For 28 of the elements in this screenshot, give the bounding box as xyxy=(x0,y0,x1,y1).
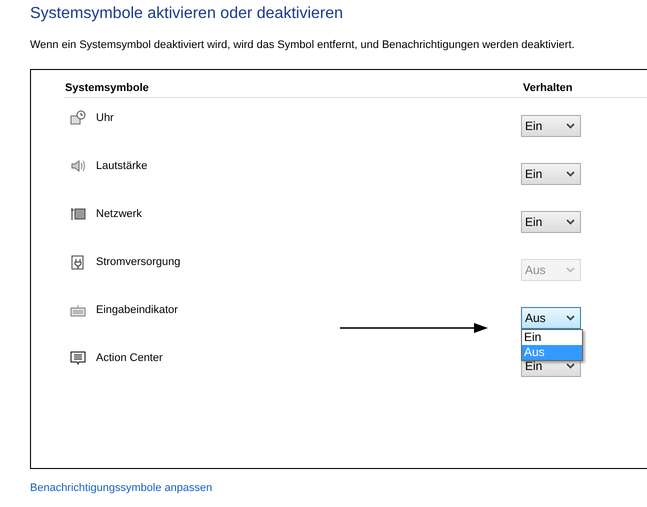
behavior-dropdown[interactable]: Ein xyxy=(521,211,581,233)
caret-icon xyxy=(566,363,575,369)
row-label: Uhr xyxy=(96,111,115,124)
row-label: Eingabeindikator xyxy=(96,303,179,316)
caret-icon xyxy=(566,123,575,129)
caret-icon xyxy=(566,267,575,273)
network-icon xyxy=(70,206,86,222)
behavior-dropdown[interactable]: Ein xyxy=(521,163,581,185)
column-header: Systemsymbole xyxy=(65,82,150,94)
row-label: Netzwerk xyxy=(96,207,143,220)
message-icon xyxy=(70,350,86,366)
dropdown-option[interactable]: Ein xyxy=(522,330,582,345)
speaker-icon xyxy=(70,158,86,174)
column-header: Verhalten xyxy=(523,82,573,94)
behavior-dropdown[interactable]: Aus xyxy=(521,307,581,329)
caret-icon xyxy=(566,315,575,321)
caret-icon xyxy=(566,219,575,225)
clock-icon xyxy=(70,110,86,126)
row-label: Lautstärke xyxy=(96,159,148,172)
caret-icon xyxy=(566,171,575,177)
page-title: Systemsymbole aktivieren oder deaktivieren xyxy=(30,5,344,24)
keyboard-icon xyxy=(70,302,86,318)
description-text: Wenn ein Systemsymbol deaktiviert wird, wird das Symbol entfernt, und Benachrichtigungen werden deaktiviert. xyxy=(30,39,576,51)
row-label: Action Center xyxy=(96,351,164,364)
customize-link[interactable]: Benachrichtigungssymbole anpassen xyxy=(30,482,212,494)
power-plug-icon xyxy=(70,254,86,270)
behavior-dropdown[interactable]: Ein xyxy=(521,115,581,137)
row-label: Stromversorgung xyxy=(96,255,182,268)
